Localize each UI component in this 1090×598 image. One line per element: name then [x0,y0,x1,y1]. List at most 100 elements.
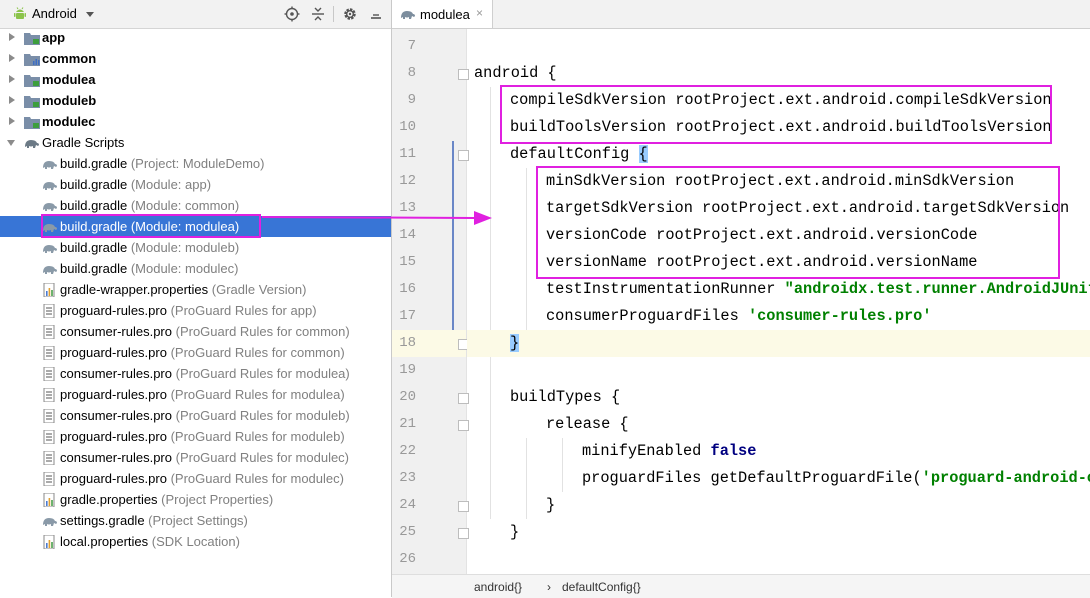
hide-icon[interactable] [368,6,384,22]
file-detail: (ProGuard Rules for common) [166,345,345,360]
tree-item[interactable]: build.gradle (Module: modulea) [0,216,391,237]
tree-item[interactable]: proguard-rules.pro (ProGuard Rules for a… [0,300,391,321]
breadcrumb-item[interactable]: defaultConfig{} [562,580,641,594]
tree-item-label: build.gradle (Module: moduleb) [60,237,239,258]
tree-item-label: consumer-rules.pro (ProGuard Rules for m… [60,447,349,468]
file-detail: (ProGuard Rules for modulea) [166,387,345,402]
tree-item[interactable]: build.gradle (Module: moduleb) [0,237,391,258]
code-line[interactable]: compileSdkVersion rootProject.ext.androi… [467,87,1090,114]
chevron-right-icon[interactable] [9,75,15,83]
tree-item[interactable]: local.properties (SDK Location) [0,531,391,552]
line-number: 12 [399,173,416,189]
code-token: buildToolsVersion rootProject.ext.androi… [510,118,1052,136]
tree-item[interactable]: consumer-rules.pro (ProGuard Rules for m… [0,363,391,384]
code-line[interactable]: versionCode rootProject.ext.android.vers… [467,222,1090,249]
code-line[interactable]: targetSdkVersion rootProject.ext.android… [467,195,1090,222]
locate-icon[interactable] [284,6,300,22]
code-line[interactable]: android { [467,60,1090,87]
tree-item[interactable]: consumer-rules.pro (ProGuard Rules for m… [0,447,391,468]
code-token: } [510,523,520,541]
tree-item[interactable]: build.gradle (Module: app) [0,174,391,195]
tree-item-label: local.properties (SDK Location) [60,531,240,552]
close-icon[interactable]: × [476,6,483,20]
code-line[interactable]: release { [467,411,1090,438]
gradle-icon [43,245,57,253]
code-token: consumerProguardFiles [546,307,748,325]
code-line[interactable]: } [467,519,1090,546]
file-detail: (Gradle Version) [208,282,307,297]
file-name: modulea [42,72,96,87]
tree-item[interactable]: moduleb [0,90,391,111]
code-token: minSdkVersion rootProject.ext.android.mi… [546,172,1015,190]
code-line[interactable] [467,357,1090,384]
chevron-right-icon[interactable] [9,96,15,104]
tab-modulea[interactable]: modulea × [392,0,493,28]
code-line[interactable] [467,546,1090,573]
file-name: gradle.properties [60,492,158,507]
tree-item[interactable]: proguard-rules.pro (ProGuard Rules for m… [0,426,391,447]
line-number: 22 [399,443,416,459]
tree-item[interactable]: proguard-rules.pro (ProGuard Rules for m… [0,384,391,405]
tree-item[interactable]: proguard-rules.pro (ProGuard Rules for m… [0,468,391,489]
gradle-icon [43,518,57,526]
text-file-icon [43,325,55,339]
file-name: proguard-rules.pro [60,303,167,318]
code-line[interactable]: versionName rootProject.ext.android.vers… [467,249,1090,276]
tree-item[interactable]: gradle-wrapper.properties (Gradle Versio… [0,279,391,300]
editor-gutter[interactable]: 7 8 9 10 11 12 13 14 15 16 17 18 19 20 21 22 23 24 25 26 [392,29,493,574]
settings-icon[interactable] [342,6,358,22]
tree-item[interactable]: gradle.properties (Project Properties) [0,489,391,510]
code-line[interactable]: minifyEnabled false [467,438,1090,465]
text-file-icon [43,388,55,402]
code-line[interactable] [467,33,1090,60]
tree-item[interactable]: consumer-rules.pro (ProGuard Rules for m… [0,405,391,426]
tree-item[interactable]: Gradle Scripts [0,132,391,153]
code-line[interactable]: buildToolsVersion rootProject.ext.androi… [467,114,1090,141]
file-name: consumer-rules.pro [60,324,172,339]
matched-brace: } [510,334,520,352]
code-token: android { [474,64,557,82]
code-line[interactable]: buildTypes { [467,384,1090,411]
tree-item[interactable]: proguard-rules.pro (ProGuard Rules for c… [0,342,391,363]
string-literal: 'proguard-android-optimize.txt' [921,469,1090,487]
code-token: testInstrumentationRunner [546,280,785,298]
chevron-right-icon[interactable] [9,33,15,41]
breadcrumb-item[interactable]: android{} [474,580,522,594]
tree-item[interactable]: app [0,27,391,48]
tree-item[interactable]: modulec [0,111,391,132]
code-line[interactable]: } [467,330,1090,357]
tree-item[interactable]: build.gradle (Module: common) [0,195,391,216]
code-line[interactable]: defaultConfig { [467,141,1090,168]
tab-label: modulea [420,7,470,22]
file-name: proguard-rules.pro [60,429,167,444]
file-name: build.gradle [60,156,128,171]
tree-item[interactable]: build.gradle (Project: ModuleDemo) [0,153,391,174]
code-line[interactable]: consumerProguardFiles 'consumer-rules.pr… [467,303,1090,330]
file-detail: (Module: common) [127,198,240,213]
chevron-down-icon[interactable] [7,140,15,146]
code-area[interactable]: android { compileSdkVersion rootProject.e… [467,29,1090,574]
editor-panel: modulea × 7 8 9 10 11 12 13 14 15 16 17 18 19 20 21 22 2… [392,0,1090,598]
code-line[interactable]: proguardFiles getDefaultProguardFile('pr… [467,465,1090,492]
code-token: buildTypes { [510,388,621,406]
code-line[interactable]: } [467,492,1090,519]
project-view-selector[interactable]: Android [32,6,77,21]
line-number: 11 [399,146,416,162]
module-folder-icon [24,117,40,129]
code-line[interactable]: testInstrumentationRunner "androidx.test… [467,276,1090,303]
tree-item[interactable]: consumer-rules.pro (ProGuard Rules for c… [0,321,391,342]
chevron-down-icon[interactable] [86,12,94,17]
file-name: Gradle Scripts [42,135,125,150]
tree-item[interactable]: common [0,48,391,69]
collapse-all-icon[interactable] [310,6,326,22]
tree-item-label: common [42,48,96,69]
file-name: gradle-wrapper.properties [60,282,209,297]
tree-item[interactable]: modulea [0,69,391,90]
tree-item[interactable]: settings.gradle (Project Settings) [0,510,391,531]
code-line[interactable]: minSdkVersion rootProject.ext.android.mi… [467,168,1090,195]
chevron-right-icon[interactable] [9,54,15,62]
tree-item[interactable]: build.gradle (Module: modulec) [0,258,391,279]
file-detail: (ProGuard Rules for modulea) [172,366,350,381]
chevron-right-icon[interactable] [9,117,15,125]
file-name: app [42,30,66,45]
